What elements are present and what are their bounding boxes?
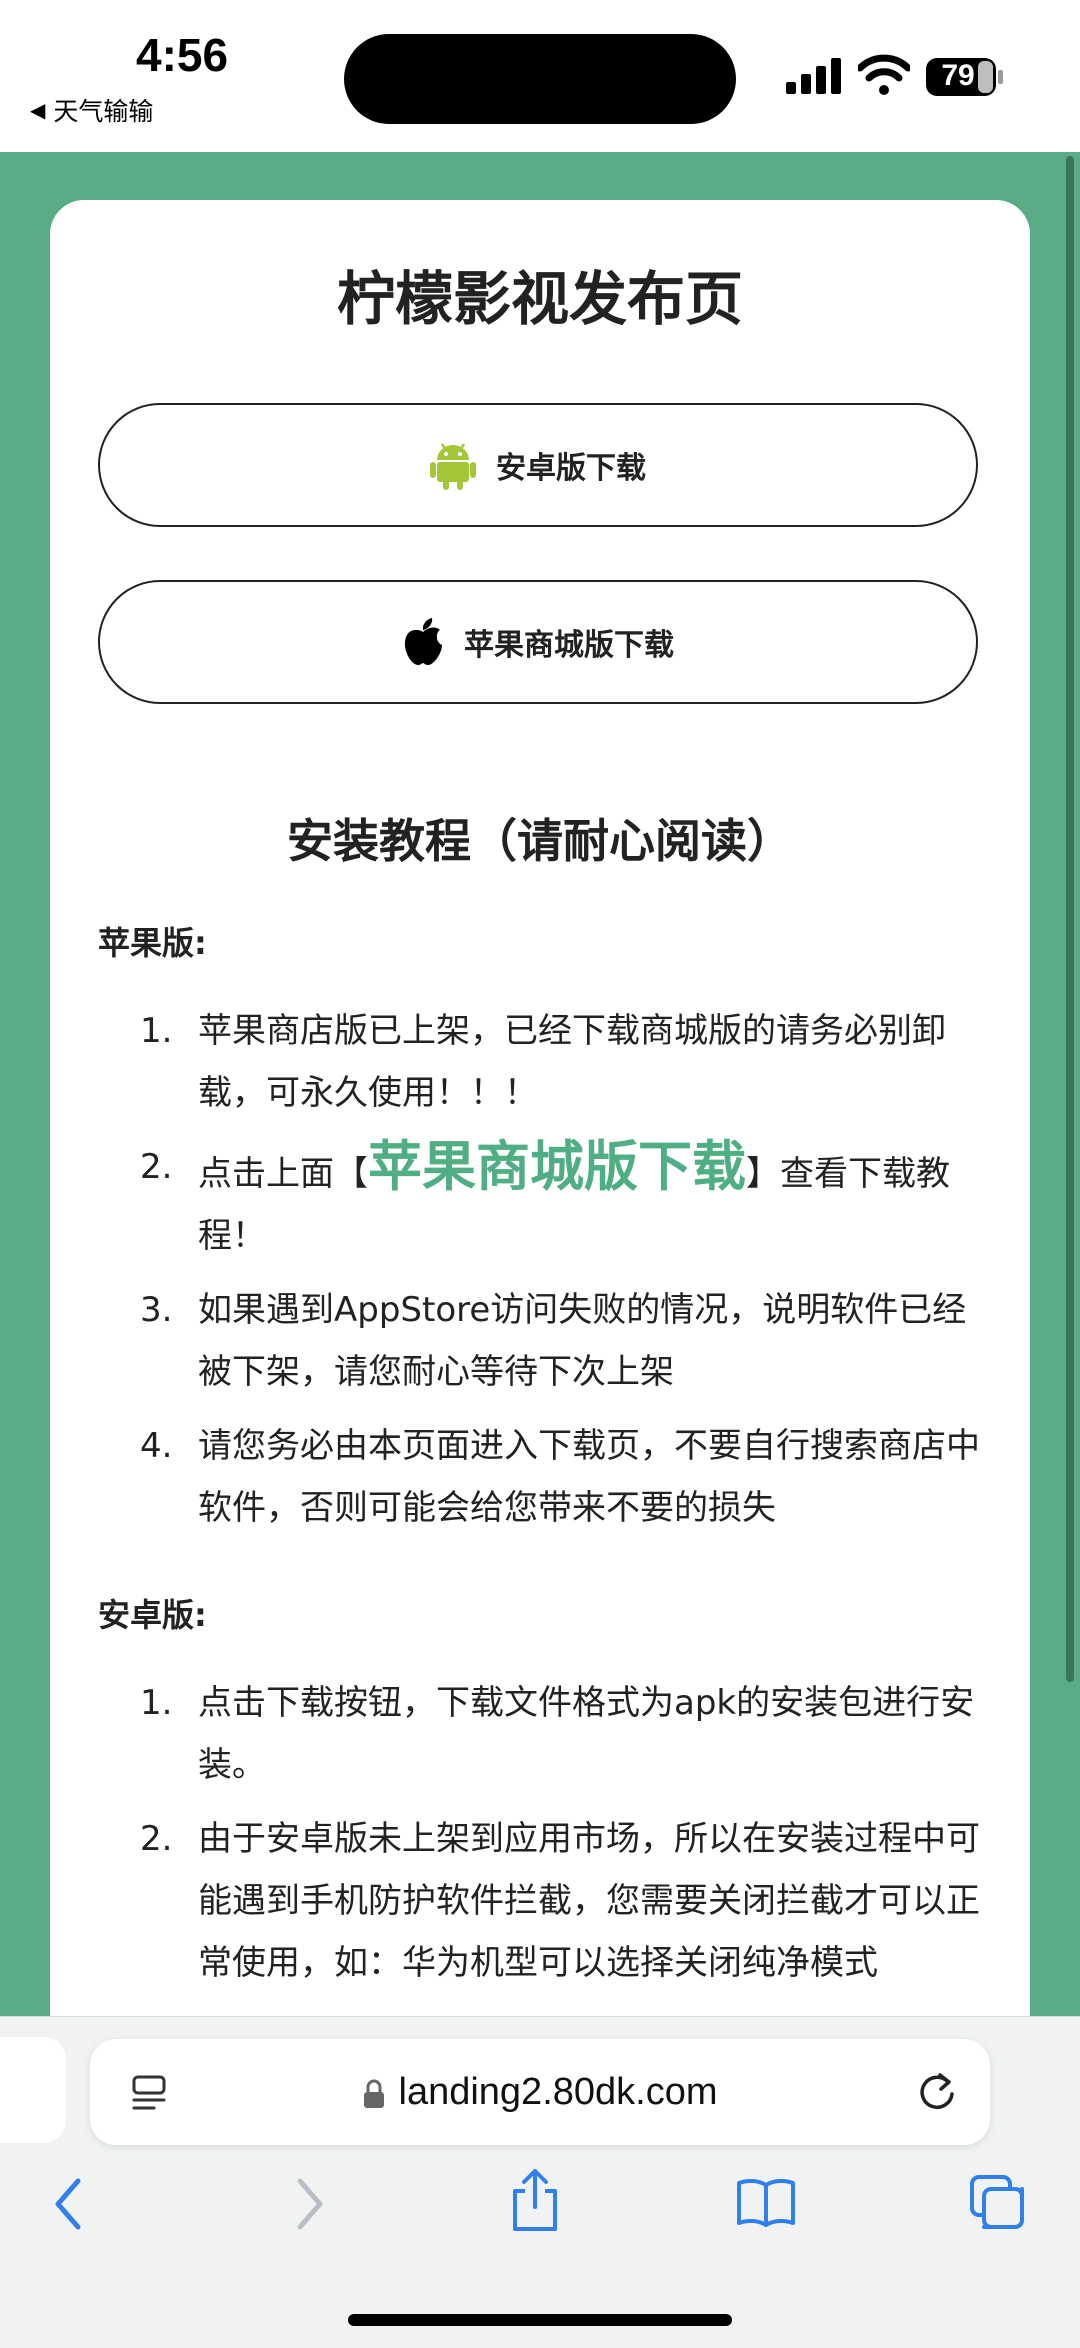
bookmarks-icon[interactable]	[736, 2177, 796, 2227]
home-indicator[interactable]	[348, 2314, 732, 2326]
back-arrow-icon: ◀	[30, 98, 46, 122]
battery-percent: 79	[941, 59, 975, 92]
list-item: 1. 点击下载按钮，下载文件格式为apk的安装包进行安装。	[140, 1683, 975, 1785]
list-item: 3. 如果遇到AppStore访问失败的情况，说明软件已经被下架，请您耐心等待下…	[140, 1290, 967, 1392]
url-text[interactable]: landing2.80dk.com	[399, 2071, 718, 2113]
list-item: 1. 苹果商店版已上架，已经下载商城版的请务必别卸载，可永久使用！！！	[140, 1011, 946, 1113]
android-instructions-list: 1. 点击下载按钮，下载文件格式为apk的安装包进行安装。 2. 由于安卓版未上…	[98, 1672, 998, 2006]
page-scrollbar[interactable]	[1066, 156, 1074, 1682]
android-section-label: 安卓版:	[98, 1596, 207, 1634]
wifi-icon	[858, 54, 910, 95]
list-item: 2. 点击上面【苹果商城版下载】查看下载教程！	[140, 1135, 950, 1257]
apple-download-button[interactable]: 苹果商城版下载	[98, 580, 978, 704]
back-app-label: 天气输输	[53, 97, 154, 126]
address-bar[interactable]: landing2.80dk.com	[90, 2039, 990, 2145]
forward-icon[interactable]	[288, 2175, 328, 2233]
back-to-app-link[interactable]: ◀ 天气输输	[30, 92, 153, 128]
dynamic-island	[344, 34, 736, 124]
apple-section-label: 苹果版:	[98, 924, 207, 962]
highlighted-link-text: 苹果商城版下载	[368, 1135, 746, 1198]
status-time: 4:56	[136, 29, 229, 81]
tutorial-title: 安装教程（请耐心阅读）	[287, 814, 793, 868]
lock-icon	[363, 2079, 384, 2108]
list-item: 4. 请您务必由本页面进入下载页，不要自行搜索商店中软件，否则可能会给您带来不要…	[140, 1426, 980, 1528]
previous-tab-preview[interactable]	[0, 2037, 66, 2143]
apple-download-label: 苹果商城版下载	[464, 628, 674, 663]
status-bar: 4:56 ◀ 天气输输 79	[0, 0, 1080, 152]
list-item: 2. 由于安卓版未上架到应用市场，所以在安装过程中可能遇到手机防护软件拦截，您需…	[140, 1819, 980, 1983]
apple-icon	[404, 618, 442, 665]
android-icon	[430, 443, 476, 490]
android-download-button[interactable]: 安卓版下载	[98, 403, 978, 527]
cellular-signal-icon	[786, 58, 841, 94]
content-card: 柠檬影视发布页 安卓版下载 苹果商城版下载 安装教程（请耐心阅读） 苹果版: 1…	[50, 200, 1030, 2100]
android-download-label: 安卓版下载	[496, 451, 646, 486]
battery-indicator: 79	[926, 58, 1004, 96]
share-icon[interactable]	[508, 2167, 562, 2233]
browser-chrome: landing2.80dk.com	[0, 2016, 1080, 2348]
tabs-icon[interactable]	[968, 2173, 1026, 2231]
page-title: 柠檬影视发布页	[336, 265, 743, 333]
back-icon[interactable]	[50, 2175, 90, 2233]
apple-instructions-list: 1. 苹果商店版已上架，已经下载商城版的请务必别卸载，可永久使用！！！ 2. 点…	[98, 1000, 998, 1551]
reload-icon[interactable]	[914, 2069, 960, 2115]
